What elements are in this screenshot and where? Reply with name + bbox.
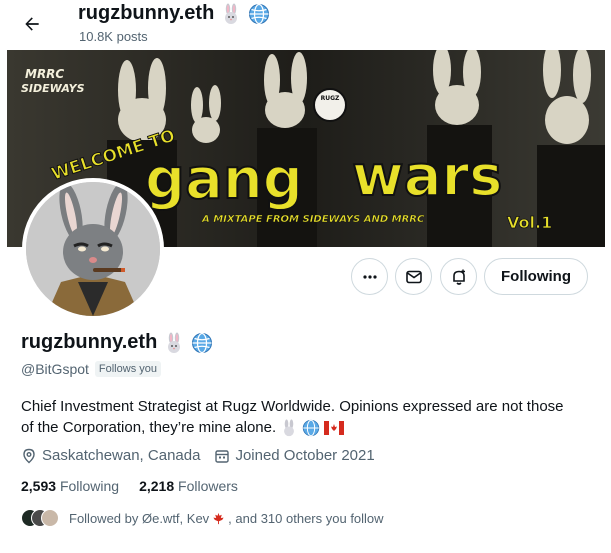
profile-name: rugzbunny.eth	[21, 331, 158, 353]
following-link[interactable]: 2,593 Following	[21, 478, 119, 494]
followers-link[interactable]: 2,218 Followers	[139, 478, 238, 494]
globe-icon	[248, 3, 270, 25]
profile-meta: Saskatchewan, Canada Joined October 2021	[21, 447, 375, 464]
notify-icon	[452, 269, 465, 285]
profile-avatar[interactable]	[22, 178, 164, 320]
banner-title-2: wars	[352, 144, 502, 209]
followed-by-others: , and 310 others you follow	[228, 510, 384, 526]
follow-stats: 2,593 Following 2,218 Followers	[21, 478, 238, 494]
message-button[interactable]	[395, 258, 432, 295]
maple-leaf-icon	[213, 512, 224, 524]
profile-location: Saskatchewan, Canada	[42, 447, 201, 464]
globe-icon	[191, 332, 213, 354]
banner-vol: Vol.1	[507, 213, 552, 232]
mutual-avatar	[41, 509, 59, 527]
location-icon	[23, 448, 35, 463]
bio-line-1: Chief Investment Strategist at Rugz Worl…	[21, 398, 564, 415]
notify-button[interactable]	[440, 258, 477, 295]
profile-name-row: rugzbunny.eth	[21, 331, 213, 354]
profile-handle: @BitGspot	[21, 361, 89, 377]
bunny-avatar-art	[26, 182, 160, 316]
header-title: rugzbunny.eth	[78, 2, 270, 25]
profile-header-bar: rugzbunny.eth 10.8K posts	[0, 0, 611, 50]
more-button[interactable]	[351, 258, 388, 295]
banner-corner-text-2: SIDEWAYS	[21, 82, 85, 95]
followers-label: Followers	[178, 478, 238, 494]
following-count: 2,593	[21, 478, 57, 494]
canada-flag-icon	[324, 420, 345, 435]
message-icon	[405, 270, 422, 283]
banner-subtitle: A MIXTAPE FROM SIDEWAYS AND MRRC	[201, 214, 425, 225]
banner-title-1: gang	[145, 147, 303, 212]
back-button[interactable]	[18, 10, 46, 38]
globe-icon	[302, 419, 320, 437]
rabbit-icon	[280, 418, 298, 437]
handle-row: @BitGspot Follows you	[21, 361, 161, 377]
arrow-left-icon	[25, 17, 39, 31]
rabbit-icon	[163, 332, 185, 354]
followed-by-text: Followed by Øe.wtf, Kev	[69, 510, 210, 526]
more-icon	[362, 274, 377, 279]
profile-bio: Chief Investment Strategist at Rugz Worl…	[21, 396, 601, 438]
followed-by-row[interactable]: Followed by Øe.wtf, Kev , and 310 others…	[21, 509, 384, 527]
following-button[interactable]: Following	[484, 258, 588, 295]
banner-badge: RUGZ	[321, 95, 340, 102]
calendar-icon	[215, 449, 230, 463]
mutual-avatars	[21, 509, 59, 527]
following-label: Following	[59, 478, 120, 494]
follows-you-badge: Follows you	[94, 361, 161, 377]
rabbit-icon	[220, 3, 242, 25]
followers-count: 2,218	[139, 478, 175, 494]
bio-line-2: of the Corporation, they’re mine alone.	[21, 419, 277, 436]
header-name: rugzbunny.eth	[78, 2, 215, 24]
banner-corner-text-1: MRRC	[25, 67, 64, 81]
post-count: 10.8K posts	[79, 29, 148, 44]
profile-joined: Joined October 2021	[235, 447, 375, 464]
